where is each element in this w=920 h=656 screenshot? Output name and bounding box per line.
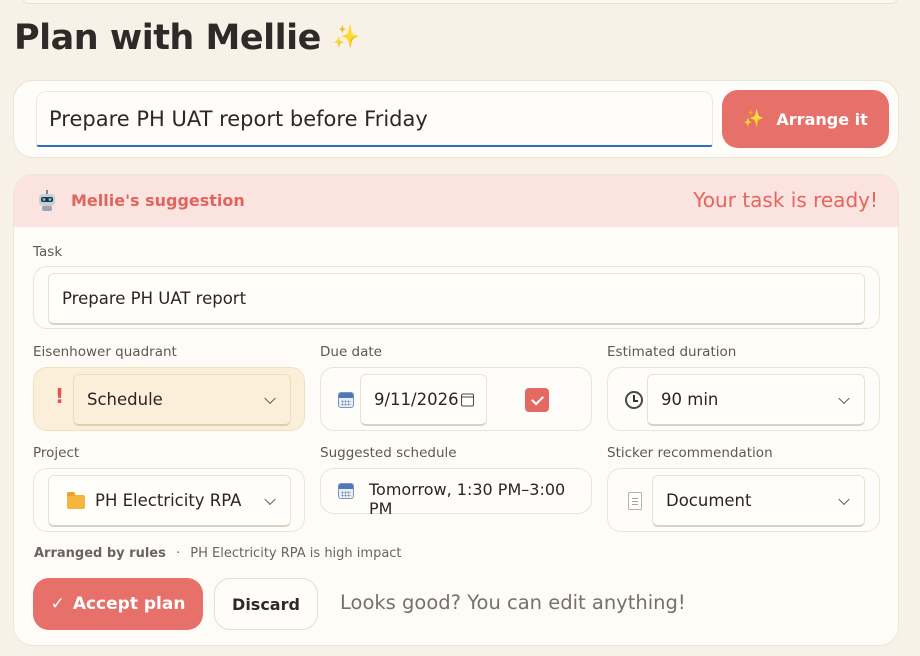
meta-separator: · — [176, 546, 181, 561]
calendar-icon — [338, 392, 354, 408]
task-composer: ✨ Arrange it — [13, 80, 899, 158]
check-icon: ✓ — [50, 594, 65, 614]
sticker-value: Document — [666, 491, 752, 510]
task-label: Task — [33, 244, 63, 260]
page-title: Plan with Mellie ✨ — [14, 18, 360, 58]
clock-icon — [625, 391, 643, 409]
sticker-select[interactable]: Document — [652, 475, 865, 527]
project-select[interactable]: PH Electricity RPA — [48, 475, 291, 527]
task-name-value: Prepare PH UAT report — [62, 289, 247, 308]
chevron-down-icon — [838, 392, 850, 404]
arrange-button[interactable]: ✨ Arrange it — [722, 90, 889, 148]
due-date-field: 9/11/2026 — [320, 367, 592, 431]
chevron-down-icon — [264, 493, 276, 505]
folder-icon — [67, 492, 85, 509]
quadrant-field: ! Schedule — [33, 367, 305, 431]
suggestion-title: Mellie's suggestion — [71, 191, 245, 210]
arrangement-meta: Arranged by rules · PH Electricity RPA i… — [34, 546, 402, 561]
edit-hint: Looks good? You can edit anything! — [340, 591, 686, 614]
arrange-button-label: Arrange it — [776, 109, 868, 129]
status-text: Your task is ready! — [693, 188, 878, 212]
chevron-down-icon — [264, 392, 276, 404]
discard-label: Discard — [232, 594, 300, 614]
exclamation-icon: ! — [55, 384, 65, 408]
project-field: PH Electricity RPA — [33, 468, 305, 532]
due-date-value: 9/11/2026 — [374, 390, 459, 409]
project-label: Project — [33, 445, 80, 461]
accept-plan-button[interactable]: ✓ Accept plan — [33, 578, 203, 630]
sparkle-icon: ✨ — [332, 25, 360, 50]
suggestion-header: Mellie's suggestion Your task is ready! — [14, 175, 898, 227]
meta-reason: PH Electricity RPA is high impact — [190, 546, 402, 561]
sticker-field: Document — [607, 468, 880, 532]
discard-button[interactable]: Discard — [214, 578, 318, 630]
schedule-label: Suggested schedule — [320, 445, 457, 461]
suggestion-card: Mellie's suggestion Your task is ready! … — [13, 174, 899, 646]
task-name-input[interactable]: Prepare PH UAT report — [48, 273, 865, 325]
task-field: Prepare PH UAT report — [33, 266, 880, 329]
due-date-input[interactable]: 9/11/2026 — [360, 374, 487, 426]
due-date-label: Due date — [320, 344, 382, 360]
due-date-checkbox[interactable] — [525, 388, 549, 412]
robot-icon — [39, 190, 55, 211]
duration-value: 90 min — [661, 390, 719, 409]
meta-source: Arranged by rules — [34, 546, 166, 561]
chevron-down-icon — [838, 493, 850, 505]
schedule-value: Tomorrow, 1:30 PM–3:00 PM — [369, 480, 566, 518]
task-input[interactable] — [36, 91, 713, 147]
quadrant-select[interactable]: Schedule — [73, 374, 291, 426]
quadrant-value: Schedule — [87, 390, 163, 409]
duration-label: Estimated duration — [607, 344, 737, 360]
calendar-icon — [338, 483, 354, 499]
duration-field: 90 min — [607, 367, 880, 431]
date-picker-icon — [461, 393, 474, 406]
duration-select[interactable]: 90 min — [647, 374, 865, 426]
sticker-label: Sticker recommendation — [607, 445, 773, 461]
document-icon — [628, 492, 642, 510]
quadrant-label: Eisenhower quadrant — [33, 344, 177, 360]
previous-card-edge — [22, 0, 898, 4]
schedule-field[interactable]: Tomorrow, 1:30 PM–3:00 PM — [320, 468, 592, 518]
sparkle-icon: ✨ — [743, 108, 765, 129]
accept-plan-label: Accept plan — [72, 594, 186, 614]
page-title-text: Plan with Mellie — [14, 18, 321, 58]
project-value: PH Electricity RPA — [95, 491, 242, 510]
